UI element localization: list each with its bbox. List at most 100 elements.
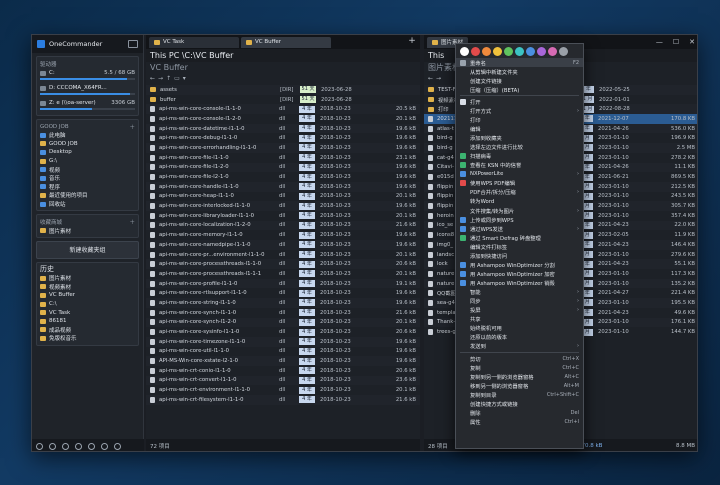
favorite-item[interactable]: C:\ — [40, 300, 135, 309]
settings-icon[interactable] — [36, 442, 43, 450]
menu-item[interactable]: 用 Ashampoo WinOptimizer 销毁 — [456, 279, 583, 288]
menu-item[interactable]: 用 Ashampoo WinOptimizer 分割 — [456, 260, 583, 269]
table-row[interactable]: api-ms-win-crt-convert-l1-1-0 dll 4 年 2018-… — [146, 375, 420, 386]
table-row[interactable]: api-ms-win-core-file-l1-1-0 dll 4 年 2018-10… — [146, 153, 420, 163]
menu-item[interactable]: 查看在 KSN 中的信誉 — [456, 161, 583, 170]
menu-item[interactable]: 剪切 Ctrl+X — [456, 354, 583, 363]
table-row[interactable]: api-ms-win-core-console-l1-1-0 dll 4 年 2018… — [146, 104, 420, 115]
menu-item[interactable]: 编辑文件打标签 — [456, 242, 583, 251]
color-tag-swatch[interactable] — [504, 46, 513, 56]
chevron-down-icon[interactable]: ▾ — [183, 75, 186, 82]
menu-item[interactable]: 添加到收藏夹 — [456, 134, 583, 143]
layout-icon[interactable] — [62, 442, 69, 450]
table-row[interactable]: api-ms-win-core-profile-l1-1-0 dll 4 年 2018… — [146, 278, 420, 289]
menu-item[interactable]: 属性 Ctrl+I — [456, 417, 583, 426]
maximize-icon[interactable]: ☐ — [673, 38, 679, 46]
menu-item[interactable]: 打开方式 › — [456, 106, 583, 115]
menu-item[interactable]: 使用WPS PDF编辑 — [456, 179, 583, 188]
table-row[interactable]: api-ms-win-core-synch-l1-2-0 dll 4 年 2018-1… — [146, 317, 420, 328]
add-favorite2-icon[interactable]: ＋ — [129, 218, 135, 226]
info-icon[interactable] — [49, 442, 56, 450]
favorite-item[interactable]: VC Task — [40, 308, 135, 317]
table-row[interactable]: api-ms-win-core-errorhandling-l1-1-0 dll 4… — [146, 143, 420, 153]
favorite-item[interactable]: 此电脑 — [40, 131, 135, 140]
new-favorite-group-button[interactable]: 新建收藏夹组 — [36, 240, 139, 259]
menu-item[interactable]: 重命名 F2 — [456, 58, 583, 68]
menu-item[interactable]: 复制到另一侧的浏览器窗格 Alt+C — [456, 372, 583, 381]
favorite-item[interactable]: G:\ — [40, 157, 135, 166]
favorite-item[interactable]: 免版权音乐 — [40, 334, 135, 343]
menu-item[interactable]: 文件搜集/转为图片 › — [456, 206, 583, 215]
table-row[interactable]: api-ms-win-crt-environment-l1-1-0 dll 4 年 2… — [146, 385, 420, 395]
table-row[interactable]: api-ms-win-core-interlocked-l1-1-0 dll 4 年… — [146, 201, 420, 211]
menu-item[interactable]: 用 Ashampoo WinOptimizer 加密 — [456, 269, 583, 278]
table-row[interactable]: api-ms-win-core-processthreads-l1-1-1 dll… — [146, 269, 420, 279]
table-row[interactable]: api-ms-win-core-datetime-l1-1-0 dll 4 年 201… — [146, 123, 420, 134]
menu-item[interactable]: 创建文件链接 — [456, 76, 583, 85]
table-row[interactable]: api-ms-win-core-console-l1-2-0 dll 4 年 2018… — [146, 114, 420, 124]
menu-item[interactable]: 选择左边文件进行比较 — [456, 143, 583, 152]
table-row[interactable]: api-ms-win-core-localization-l1-2-0 dll 4 … — [146, 220, 420, 231]
favorite-item[interactable]: 图片素材 — [40, 274, 135, 283]
left-path-bar[interactable]: This PC \C:\VC Buffer — [146, 49, 420, 62]
drive-item[interactable]: D: CCCOMA_X64FR... — [40, 83, 135, 97]
table-row[interactable]: API-MS-Win-core-xstate-l2-1-0 dll 4 年 2018-… — [146, 356, 420, 366]
table-row[interactable]: api-ms-win-core-processthreads-l1-1-0 dll… — [146, 259, 420, 270]
favorite-item[interactable]: 音乐 — [40, 174, 135, 183]
menu-item[interactable]: 通过WPS发送 › — [456, 224, 583, 233]
favorite-item[interactable]: VC Buffer — [40, 291, 135, 300]
table-row[interactable]: api-ms-win-core-file-l2-1-0 dll 4 年 2018-10… — [146, 172, 420, 182]
table-row[interactable]: api-ms-win-core-memory-l1-1-0 dll 4 年 2018-… — [146, 230, 420, 240]
favorite-item[interactable]: 视频素材 — [40, 283, 135, 292]
table-row[interactable]: api-ms-win-core-synch-l1-1-0 dll 4 年 2018-1… — [146, 308, 420, 318]
table-row[interactable]: api-ms-win-core-util-l1-1-0 dll 4 年 2018-10… — [146, 347, 420, 357]
menu-item[interactable]: 投屏 › — [456, 306, 583, 315]
add-favorite-icon[interactable]: ＋ — [129, 123, 135, 131]
table-row[interactable]: api-ms-win-crt-conio-l1-1-0 dll 4 年 2018-10… — [146, 366, 420, 376]
forward-icon[interactable]: → — [158, 75, 163, 82]
menu-item[interactable]: 还原以前的版本 — [456, 333, 583, 342]
window-icon[interactable] — [114, 442, 121, 450]
color-tag-swatch[interactable] — [548, 46, 557, 56]
panel-icon[interactable] — [75, 442, 82, 450]
menu-item[interactable]: 上传或同步到WPS — [456, 215, 583, 224]
window-toggle-icon[interactable] — [128, 40, 138, 48]
menu-item[interactable]: 始终脱机可用 — [456, 324, 583, 333]
close-icon[interactable]: ✕ — [689, 38, 695, 46]
menu-item[interactable]: 删除 Del — [456, 408, 583, 417]
menu-item[interactable]: PDF合并/拆分/压缩 › — [456, 188, 583, 197]
menu-item[interactable]: NXPowerLite › — [456, 170, 583, 179]
favorite-item[interactable]: Desktop — [40, 148, 135, 157]
table-row[interactable]: api-ms-win-core-rtlsupport-l1-1-0 dll 4 年 2… — [146, 288, 420, 298]
menu-item[interactable]: 复制到目录 Ctrl+Shift+C — [456, 390, 583, 399]
new-tab-button[interactable]: + — [407, 37, 417, 47]
favorite-item[interactable]: 程序 — [40, 183, 135, 192]
table-row[interactable]: api-ms-win-crt-filesystem-l1-1-0 dll 4 年 20… — [146, 395, 420, 405]
table-row[interactable]: api-ms-win-core-sysinfo-l1-1-0 dll 4 年 2018… — [146, 327, 420, 337]
menu-item[interactable]: 打开 — [456, 97, 583, 106]
color-tag-swatch[interactable] — [493, 46, 502, 56]
favorite-item[interactable]: 最近使用的项目 — [40, 191, 135, 200]
menu-item[interactable]: 发送到 › — [456, 342, 583, 351]
favorite-item[interactable]: 回收站 — [40, 200, 135, 209]
back-icon[interactable]: ← — [428, 75, 433, 82]
menu-item[interactable]: 转为Word — [456, 197, 583, 206]
menu-item[interactable]: 创建快捷方式或链接 — [456, 399, 583, 408]
table-row[interactable]: api-ms-win-core-string-l1-1-0 dll 4 年 2018-… — [146, 298, 420, 308]
search-icon[interactable] — [88, 442, 95, 450]
tab-vc-buffer[interactable]: VC Buffer — [241, 36, 331, 48]
menu-item[interactable]: 共享 — [456, 315, 583, 324]
table-row[interactable]: assets [DIR] 51 天 2023-06-28 — [146, 85, 420, 95]
table-row[interactable]: api-ms-win-core-pr...environment-l1-1-0 d… — [146, 250, 420, 260]
tab-vc-task[interactable]: VC Task — [149, 36, 239, 48]
menu-item[interactable]: 打印 — [456, 115, 583, 124]
table-row[interactable]: api-ms-win-core-libraryloader-l1-1-0 dll 4… — [146, 211, 420, 221]
color-tag-swatch[interactable] — [537, 46, 546, 56]
color-tag-swatch[interactable] — [559, 46, 568, 56]
user-icon[interactable] — [101, 442, 108, 450]
forward-icon[interactable]: → — [436, 75, 441, 82]
menu-item[interactable]: 压缩（压缩）(BETA) — [456, 85, 583, 94]
menu-item[interactable]: 通过 Smart Defrag 碎盘整理 — [456, 233, 583, 242]
menu-item[interactable]: 从剪辑中新建文件夹 — [456, 67, 583, 76]
menu-item[interactable]: 添加到快捷访问 — [456, 251, 583, 260]
